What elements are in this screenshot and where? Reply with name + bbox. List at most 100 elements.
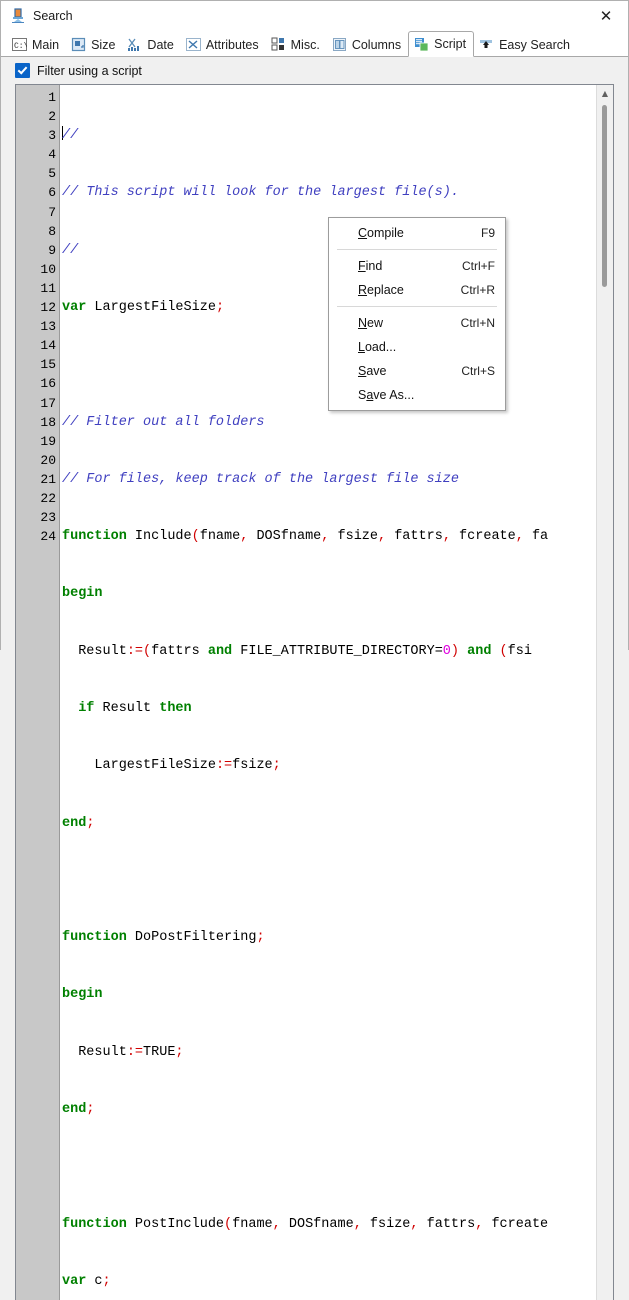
scroll-up-icon[interactable]: ▲ [597,85,613,101]
attributes-icon [185,37,201,52]
tab-script[interactable]: Script [408,31,475,57]
filter-using-script-checkbox[interactable] [15,63,30,78]
tab-misc[interactable]: Misc. [266,32,327,57]
menu-item-rest: eplace [367,283,404,297]
line-number: 12 [40,300,56,316]
editor-context-menu[interactable]: Compile F9 Find Ctrl+F Replace Ctrl+R Ne… [328,217,506,411]
line-number: 15 [40,357,56,373]
tab-easy-search[interactable]: Easy Search [474,32,577,57]
menu-separator [337,249,497,250]
line-number: 22 [40,490,56,506]
tab-main[interactable]: C:\ Main [7,32,66,57]
tab-attributes[interactable]: Attributes [181,32,266,57]
code-line: // [62,126,79,144]
misc-icon [271,37,286,52]
menu-item-accelerator: Ctrl+F [462,259,495,273]
menu-item-accelerator: Ctrl+R [460,283,495,297]
filter-checkbox-row[interactable]: Filter using a script [1,57,628,84]
menu-item-replace[interactable]: Replace Ctrl+R [329,278,505,302]
menu-separator [337,306,497,307]
menu-item-rest: ew [367,316,384,330]
line-number: 24 [40,529,56,545]
close-icon[interactable]: ✕ [584,2,628,31]
menu-item-save[interactable]: Save Ctrl+S [329,359,505,383]
search-dialog: Search ✕ C:\ Main Size Date Attributes M… [0,0,629,1300]
console-icon: C:\ [12,37,29,52]
menu-item-save-as[interactable]: Save As... [329,383,505,407]
menu-item-rest: oad... [364,340,397,354]
code-line: begin [62,586,103,602]
size-icon [71,37,86,52]
line-number: 23 [40,510,56,526]
menu-item-rest: ompile [367,226,404,240]
line-number: 14 [40,338,56,354]
line-number: 17 [40,395,56,411]
line-number: 10 [40,261,56,277]
menu-item-label: Find [358,259,383,273]
menu-item-label: Save As... [358,388,415,402]
columns-icon [332,37,347,52]
menu-item-accelerator: Ctrl+S [461,364,495,378]
code-line: if Result then [78,701,192,716]
line-number: 8 [48,223,56,239]
vscroll-track[interactable] [597,101,613,1300]
line-number: 21 [40,471,56,487]
line-number: 7 [48,204,56,220]
script-icon [414,37,429,52]
code-line: function Include(fname, DOSfname, fsize,… [62,529,549,545]
menu-item-load[interactable]: Load... [329,335,505,359]
code-line: // This script will look for the largest… [62,185,459,201]
vscroll-thumb[interactable] [602,105,607,287]
menu-item-accelerator: Ctrl+N [460,316,495,330]
menu-item-label: New [358,316,384,330]
tab-size[interactable]: Size [66,32,122,57]
editor-body: 1 2 3 4 5 6 7 8 9 10 11 12 13 14 15 16 1 [16,85,613,1300]
filter-checkbox-label: Filter using a script [37,63,142,78]
editor-vertical-scrollbar[interactable]: ▲ ▼ ▶ [596,85,613,1300]
menu-item-rest: ve As... [373,388,415,402]
code-line: begin [62,987,103,1003]
line-number: 9 [48,242,56,258]
tab-columns[interactable]: Columns [327,32,408,57]
menu-item-find[interactable]: Find Ctrl+F [329,254,505,278]
tab-label: Main [32,37,60,52]
tab-label: Columns [351,37,402,52]
search-app-icon [10,8,26,24]
tab-strip: C:\ Main Size Date Attributes Misc. Colu… [1,31,628,57]
tab-date[interactable]: Date [122,32,180,57]
menu-item-label: Compile [358,226,404,240]
svg-text:C:\: C:\ [14,42,27,51]
script-editor[interactable]: 1 2 3 4 5 6 7 8 9 10 11 12 13 14 15 16 1 [15,84,614,1300]
line-number: 18 [40,414,56,430]
code-line: end; [62,815,95,831]
tab-label: Size [91,37,116,52]
line-number: 16 [40,376,56,392]
line-number: 5 [48,166,56,182]
line-number: 4 [48,147,56,163]
line-number: 11 [40,280,56,296]
menu-item-label: Save [358,364,387,378]
code-line: // For files, keep track of the largest … [62,471,459,487]
tab-label: Misc. [290,37,320,52]
window-title: Search [33,9,73,23]
script-panel: Filter using a script 1 2 3 4 5 6 7 8 9 … [1,57,628,1300]
menu-item-label: Replace [358,283,404,297]
line-number: 1 [48,90,56,105]
menu-item-accelerator: F9 [480,226,495,240]
menu-item-new[interactable]: New Ctrl+N [329,311,505,335]
easy-search-icon [479,37,494,52]
code-line: function DoPostFiltering; [62,930,265,946]
line-number: 3 [48,128,56,144]
menu-item-label: Load... [358,340,397,354]
menu-item-rest: ave [366,364,387,378]
menu-item-rest: ind [365,259,383,273]
menu-item-compile[interactable]: Compile F9 [329,221,505,245]
tab-label: Date [147,37,174,52]
line-number: 6 [48,185,56,201]
title-bar: Search ✕ [1,1,628,31]
line-number: 2 [48,109,56,125]
code-line: LargestFileSize:=fsize; [62,758,281,774]
code-line: // Filter out all folders [62,414,265,430]
